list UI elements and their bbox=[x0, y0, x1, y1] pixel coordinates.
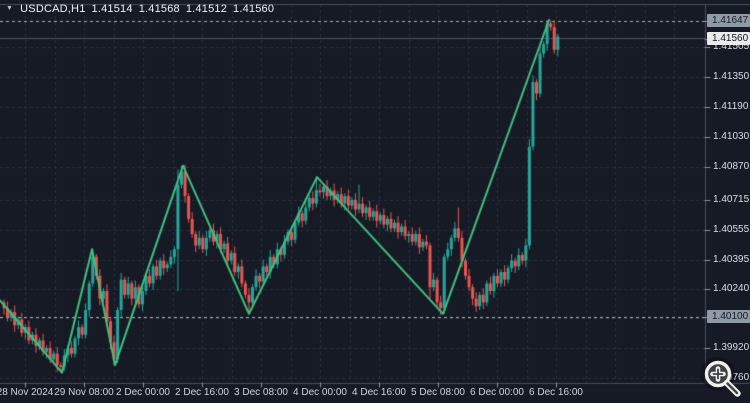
price-level-badge: 1.41647 bbox=[707, 14, 750, 27]
price-axis-label: 1.40395 bbox=[713, 254, 750, 265]
time-axis-label: 6 Dec 16:00 bbox=[529, 387, 583, 398]
price-level-badge: 1.41560 bbox=[707, 32, 750, 45]
price-axis-label: 1.40240 bbox=[713, 283, 750, 294]
chart-dropdown-icon[interactable]: ▼ bbox=[6, 5, 13, 12]
price-axis-label: 1.41030 bbox=[713, 131, 750, 142]
quote-low: 1.41512 bbox=[185, 3, 228, 15]
price-axis-label: 1.41190 bbox=[713, 101, 749, 112]
price-axis-label: 1.40870 bbox=[713, 161, 750, 172]
time-axis[interactable]: 28 Nov 2024 29 Nov 08:00 2 Dec 00:00 2 Dec … bbox=[0, 384, 750, 403]
price-level-badge: 1.40100 bbox=[707, 310, 750, 323]
chart-title: ▼ USDCAD,H1 1.41514 1.41568 1.41512 1.41… bbox=[6, 3, 274, 15]
price-axis[interactable]: 1.41505 1.41350 1.41190 1.41030 1.40870 1.407… bbox=[706, 0, 750, 383]
time-axis-label: 2 Dec 16:00 bbox=[175, 387, 229, 398]
chart-window: ▼ USDCAD,H1 1.41514 1.41568 1.41512 1.41… bbox=[0, 0, 750, 403]
time-axis-label: 28 Nov 2024 bbox=[0, 387, 54, 398]
magnifier-icon[interactable] bbox=[696, 353, 748, 403]
time-axis-label: 3 Dec 08:00 bbox=[234, 387, 288, 398]
quote-close: 1.41560 bbox=[233, 3, 275, 15]
price-axis-label: 1.40715 bbox=[713, 194, 750, 205]
quote-open: 1.41514 bbox=[91, 3, 133, 15]
price-axis-label: 1.40555 bbox=[713, 224, 750, 235]
chart-symbol-period: USDCAD,H1 bbox=[20, 3, 86, 15]
quote-high: 1.41568 bbox=[138, 3, 180, 15]
time-axis-label: 2 Dec 00:00 bbox=[116, 387, 170, 398]
time-axis-label: 4 Dec 16:00 bbox=[352, 387, 406, 398]
time-axis-label: 29 Nov 08:00 bbox=[54, 387, 114, 398]
time-axis-label: 4 Dec 00:00 bbox=[293, 387, 347, 398]
time-axis-label: 5 Dec 08:00 bbox=[411, 387, 465, 398]
time-axis-label: 6 Dec 00:00 bbox=[470, 387, 524, 398]
price-axis-label: 1.41350 bbox=[713, 71, 750, 82]
price-chart-canvas[interactable] bbox=[0, 0, 750, 403]
